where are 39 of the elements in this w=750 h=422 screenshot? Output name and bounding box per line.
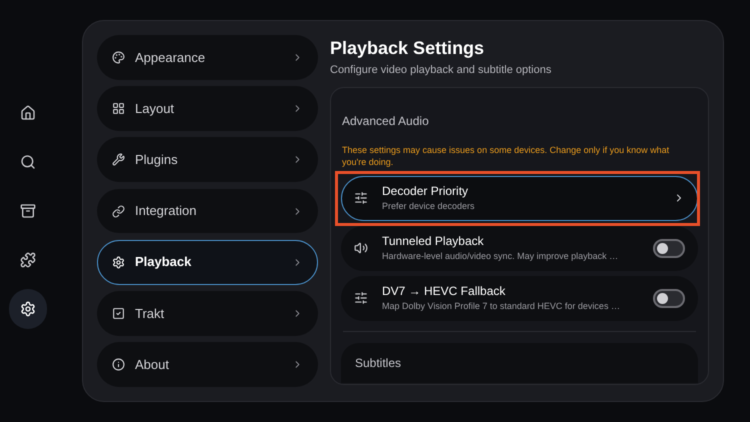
setting-row[interactable]: Tunneled Playback Hardware-level audio/video sync. May improve playback … (341, 226, 698, 270)
settings-icon (20, 301, 36, 317)
settings-menu-item[interactable]: About (97, 342, 318, 388)
settings-icon (112, 256, 125, 269)
archive-icon (20, 203, 36, 219)
settings-menu-item[interactable]: Integration (97, 188, 318, 234)
grid-icon (112, 102, 125, 116)
setting-description: Hardware-level audio/video sync. May improve playback … (382, 250, 620, 264)
speaker-icon (354, 241, 368, 255)
palette-icon (112, 50, 125, 64)
section-title: Advanced Audio (341, 112, 430, 130)
nav-rail-button[interactable] (9, 289, 47, 329)
section-title: Subtitles (355, 356, 402, 370)
setting-title: Tunneled Playback (382, 233, 485, 250)
sliders-icon (354, 291, 368, 305)
sliders-icon (354, 191, 368, 205)
setting-title: DV7 → HEVC Fallback (382, 283, 506, 300)
settings-menu-item[interactable]: Plugins (97, 137, 318, 182)
setting-title: Decoder Priority (382, 183, 470, 200)
checkbox-icon (112, 306, 125, 320)
wrench-icon (112, 153, 125, 166)
page-title: Playback Settings (330, 37, 486, 59)
settings-menu-item[interactable]: Appearance (97, 35, 318, 80)
setting-row[interactable]: Decoder Priority Prefer device decoders (341, 176, 698, 220)
home-icon (20, 105, 36, 121)
page-subtitle: Configure video playback and subtitle options (330, 63, 552, 78)
info-icon (112, 358, 125, 372)
warning-text: These settings may cause issues on some devices. Change only if you know what you're doing. (341, 144, 670, 168)
setting-row[interactable]: DV7 → HEVC Fallback Map Dolby Vision Profile 7 to standard HEVC for devices … (341, 276, 698, 320)
setting-description: Map Dolby Vision Profile 7 to standard HEVC for devices … (382, 300, 621, 314)
search-icon (20, 154, 36, 170)
link-icon (112, 204, 125, 218)
setting-description: Prefer device decoders (382, 200, 476, 214)
settings-menu-item[interactable]: Playback (97, 240, 318, 285)
toggle-switch[interactable] (653, 238, 685, 258)
settings-menu-item[interactable]: Trakt (97, 291, 318, 336)
toggle-switch[interactable] (653, 288, 685, 308)
settings-menu-item[interactable]: Layout (97, 86, 318, 131)
puzzle-icon (20, 252, 36, 268)
